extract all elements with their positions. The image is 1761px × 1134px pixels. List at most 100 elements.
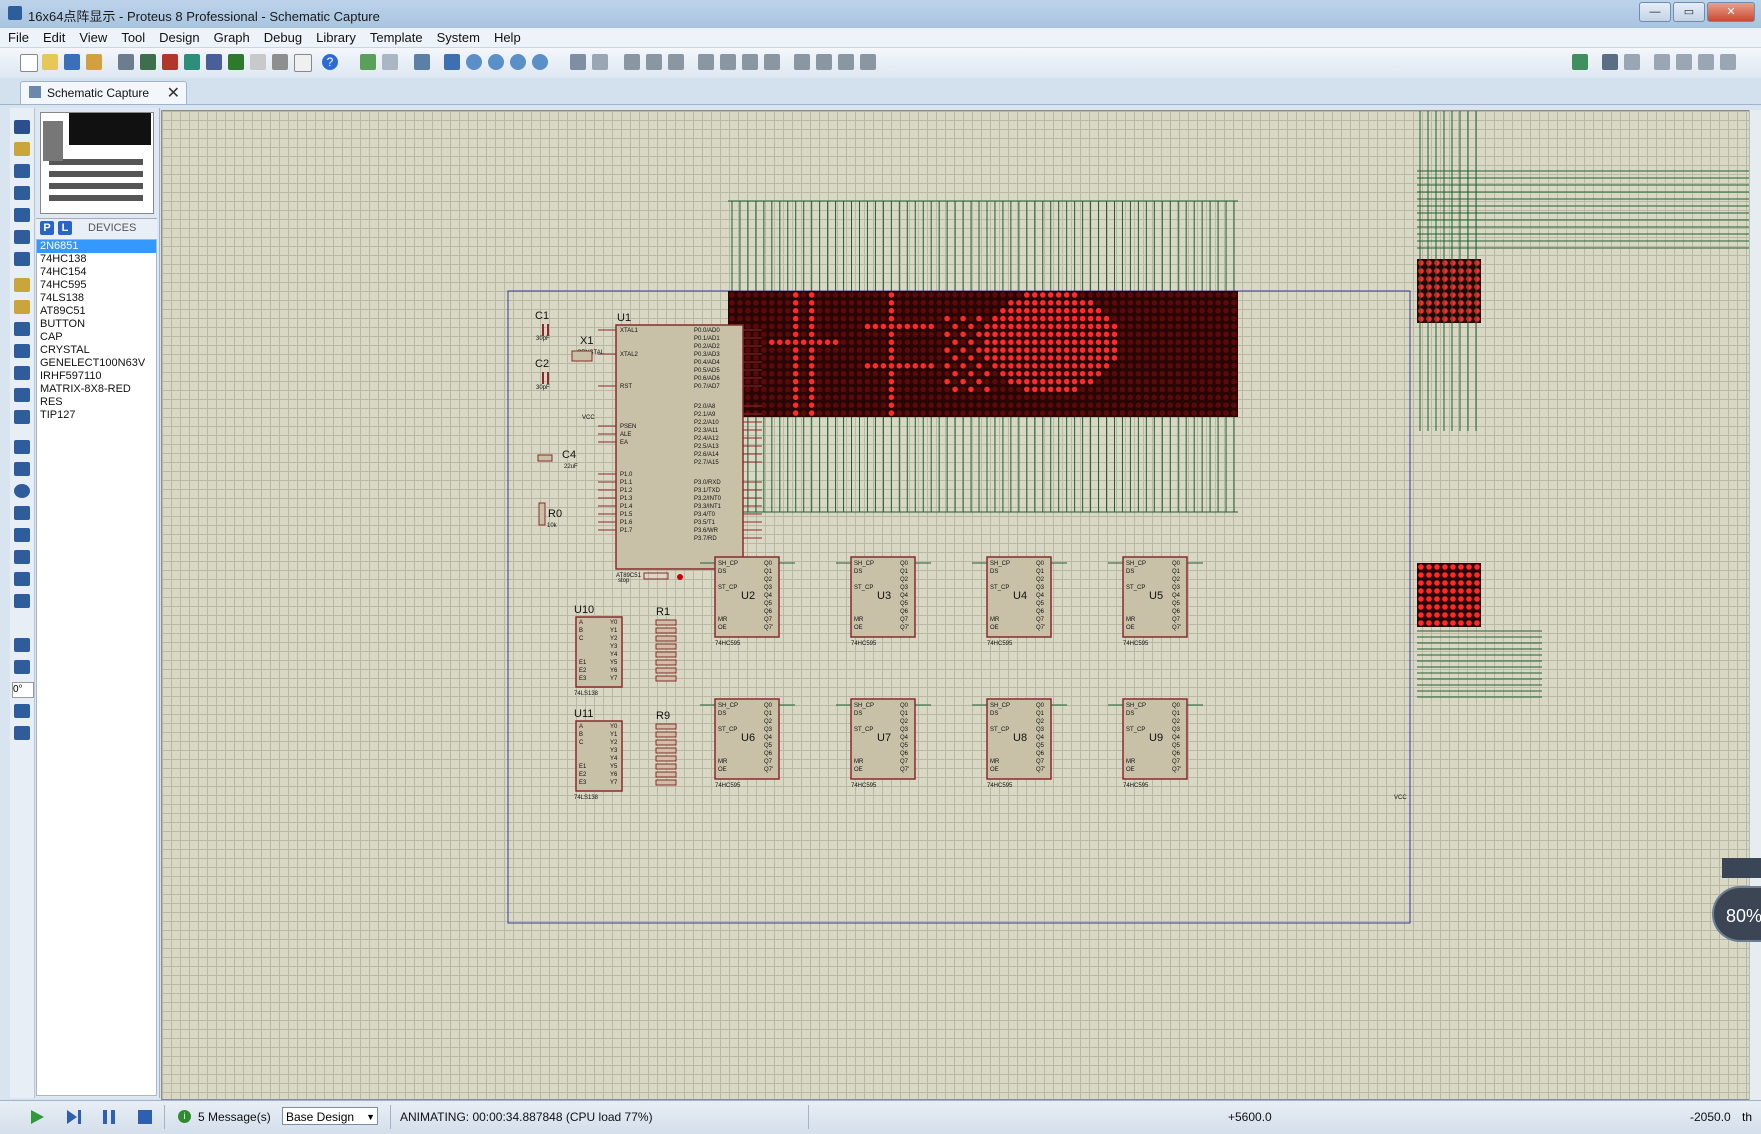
zoom-area-icon[interactable] [532,54,548,70]
menu-library[interactable]: Library [316,30,356,45]
voltage-probe-icon[interactable] [14,388,30,402]
vsm-studio-icon[interactable] [272,54,288,70]
virtual-instruments-icon[interactable] [14,410,30,424]
device-item[interactable]: RES [37,396,156,409]
path-icon[interactable] [14,528,30,542]
copy-icon[interactable] [646,54,662,70]
zoom-in-icon[interactable] [466,54,482,70]
menu-debug[interactable]: Debug [264,30,302,45]
remove-sheet-icon[interactable] [1676,54,1692,70]
arc-icon[interactable] [14,506,30,520]
wire-autorouter-icon[interactable] [1572,54,1588,70]
pan-icon[interactable] [444,54,460,70]
buses-icon[interactable] [14,230,30,244]
save-icon[interactable] [64,54,80,70]
generator-icon[interactable] [14,366,30,380]
text-icon[interactable] [14,550,30,564]
selection-mode-icon[interactable] [14,120,30,134]
package-tool-icon[interactable] [838,54,854,70]
mirror-x-icon[interactable] [14,704,30,718]
symbol-icon[interactable] [14,572,30,586]
rotate-clockwise-icon[interactable] [14,638,30,652]
pick-devices-button[interactable]: P [40,221,54,235]
minimize-button[interactable]: — [1639,2,1671,22]
library-manager-button[interactable]: L [58,221,72,235]
device-item[interactable]: AT89C51 [37,305,156,318]
text-script-icon[interactable] [14,208,30,222]
grid-icon[interactable] [382,54,398,70]
messages-count[interactable]: 5 Message(s) [198,1110,271,1124]
menu-design[interactable]: Design [159,30,199,45]
graph-mode-icon[interactable] [14,322,30,336]
marker-icon[interactable] [14,594,30,608]
vertical-scrollbar[interactable] [1749,110,1761,1100]
make-device-icon[interactable] [816,54,832,70]
pcb-icon[interactable] [162,54,178,70]
new-sheet-icon[interactable] [1654,54,1670,70]
open-folder-icon[interactable] [42,54,58,70]
device-item[interactable]: CAP [37,331,156,344]
menu-system[interactable]: System [437,30,480,45]
schematic-canvas[interactable]: U1 AT89C51 XTAL1 XTAL2 RST PSEN ALE EA P1.0 P1.… [161,110,1750,1100]
play-button[interactable] [28,1109,46,1125]
tab-close-icon[interactable]: ✕ [167,83,180,103]
subcircuit-icon[interactable] [14,252,30,266]
property-assign-icon[interactable] [1624,54,1640,70]
origin-icon[interactable] [414,54,430,70]
device-item[interactable]: MATRIX-8X8-RED [37,383,156,396]
zoom-all-icon[interactable] [510,54,526,70]
block-rotate-icon[interactable] [742,54,758,70]
menu-template[interactable]: Template [370,30,423,45]
block-delete-icon[interactable] [764,54,780,70]
line-icon[interactable] [14,440,30,454]
wire-label-icon[interactable] [14,186,30,200]
terminals-icon[interactable] [14,278,30,292]
device-item[interactable]: CRYSTAL [37,344,156,357]
circle-icon[interactable] [14,484,30,498]
schematic-icon[interactable] [140,54,156,70]
undo-icon[interactable] [570,54,586,70]
pick-device-icon[interactable] [794,54,810,70]
device-item[interactable]: TIP127 [37,409,156,422]
junction-dot-icon[interactable] [14,164,30,178]
import-icon[interactable] [86,54,102,70]
menu-graph[interactable]: Graph [214,30,250,45]
redo-icon[interactable] [592,54,608,70]
gerber-icon[interactable] [206,54,222,70]
cpu-gauge-widget[interactable]: 80% [1712,886,1761,942]
block-copy-icon[interactable] [698,54,714,70]
step-button[interactable] [64,1109,82,1125]
design-explorer-icon[interactable] [228,54,244,70]
menu-help[interactable]: Help [494,30,521,45]
u1-microcontroller[interactable]: U1 AT89C51 XTAL1XTAL2RSTPSENALEEAP1.0P1.… [598,312,762,579]
tab-schematic-capture[interactable]: Schematic Capture ✕ [20,81,187,104]
help-icon[interactable]: ? [322,54,338,70]
device-item[interactable]: IRHF597110 [37,370,156,383]
menu-edit[interactable]: Edit [43,30,65,45]
maximize-button[interactable]: ▭ [1673,2,1705,22]
search-icon[interactable] [1602,54,1618,70]
decompose-icon[interactable] [860,54,876,70]
design-select[interactable]: Base Design ▼ [282,1107,378,1125]
new-file-icon[interactable] [20,54,38,72]
notes-icon[interactable] [294,54,312,72]
netlist-icon[interactable] [1720,54,1736,70]
menu-view[interactable]: View [79,30,107,45]
block-move-icon[interactable] [720,54,736,70]
overview-window[interactable] [40,112,154,214]
box-icon[interactable] [14,462,30,476]
tape-recorder-icon[interactable] [14,344,30,358]
device-item[interactable]: 74HC138 [37,253,156,266]
paste-icon[interactable] [668,54,684,70]
device-item[interactable]: 74HC154 [37,266,156,279]
home-icon[interactable] [118,54,134,70]
pause-button[interactable] [100,1109,118,1125]
side-widget-icon[interactable] [1722,858,1761,878]
3d-view-icon[interactable] [184,54,200,70]
device-item[interactable]: GENELECT100N63V [37,357,156,370]
cut-icon[interactable] [624,54,640,70]
mirror-y-icon[interactable] [14,726,30,740]
device-pins-icon[interactable] [14,300,30,314]
component-mode-icon[interactable] [14,142,30,156]
rotate-anticlockwise-icon[interactable] [14,660,30,674]
